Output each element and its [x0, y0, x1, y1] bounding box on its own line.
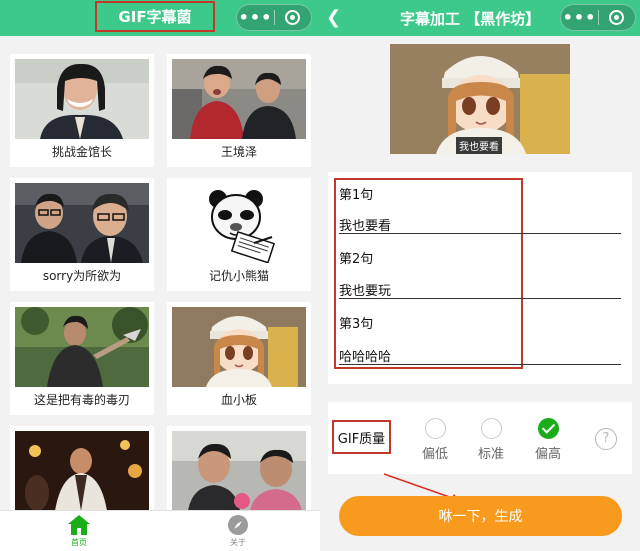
target-circle-icon[interactable] — [275, 10, 311, 25]
target-circle-icon[interactable] — [599, 10, 635, 25]
page-title: 字幕加工 【黑作坊】 — [400, 10, 541, 28]
quality-option-high[interactable]: 偏高 — [528, 418, 568, 462]
right-nav-bar: ❮ 字幕加工 【黑作坊】 ••• — [320, 0, 640, 36]
line-input[interactable]: 哈哈哈哈 — [339, 346, 391, 365]
tab-home[interactable]: 首页 — [49, 514, 109, 548]
line-input[interactable]: 我也要玩 — [339, 280, 391, 299]
template-label: 这是把有毒的毒刃 — [33, 393, 130, 407]
template-card[interactable]: 血小板 — [167, 302, 311, 415]
template-card[interactable]: 王境泽 — [167, 54, 311, 167]
radio-icon — [424, 418, 446, 439]
template-label: 挑战金馆长 — [51, 145, 112, 159]
quality-option-standard[interactable]: 标准 — [471, 418, 511, 462]
subtitle-lines-card: 第1句 我也要看 第2句 我也要玩 第3句 哈哈哈哈 — [328, 172, 632, 384]
more-dots-icon[interactable]: ••• — [561, 9, 598, 25]
template-label: 记仇小熊猫 — [208, 269, 269, 283]
radio-icon — [480, 418, 502, 439]
tab-about-label: 关于 — [230, 538, 246, 547]
home-icon — [68, 515, 90, 535]
template-thumbnail — [172, 431, 306, 511]
preview-subtitle: 我也要看 — [456, 137, 502, 154]
template-card[interactable] — [10, 426, 154, 516]
compass-icon — [228, 515, 248, 535]
left-nav-bar: GIF字幕菌 ••• — [0, 0, 320, 36]
template-label: 血小板 — [220, 393, 257, 407]
template-thumbnail — [15, 307, 149, 387]
tab-home-label: 首页 — [71, 538, 87, 547]
template-thumbnail — [172, 307, 306, 387]
quality-option-label: 标准 — [477, 447, 504, 462]
template-thumbnail — [172, 59, 306, 139]
template-card[interactable]: sorry为所欲为 — [10, 178, 154, 291]
left-screen: GIF字幕菌 ••• 挑战金馆长 王境泽 sorry为所欲为 记仇小熊猫 这是把… — [0, 0, 320, 551]
template-thumbnail — [172, 183, 306, 263]
bottom-tab-bar: 首页 关于 — [0, 510, 320, 551]
template-label: 王境泽 — [220, 145, 257, 159]
line-label: 第3句 — [339, 317, 374, 332]
input-underline — [339, 233, 621, 234]
line-input[interactable]: 我也要看 — [339, 215, 391, 234]
quality-option-label: 偏高 — [534, 447, 561, 462]
lines-highlight-box — [334, 178, 523, 369]
right-screen: ❮ 字幕加工 【黑作坊】 ••• 我也要看 第1句 我也要看 第2句 我也要玩 … — [320, 0, 640, 551]
input-underline — [339, 364, 621, 365]
quality-option-low[interactable]: 偏低 — [415, 418, 455, 462]
template-card[interactable]: 这是把有毒的毒刃 — [10, 302, 154, 415]
check-circle-icon — [537, 418, 559, 439]
template-card[interactable]: 挑战金馆长 — [10, 54, 154, 167]
template-thumbnail — [15, 59, 149, 139]
mini-program-capsule: ••• — [236, 4, 312, 31]
template-thumbnail — [15, 431, 149, 511]
quality-option-label: 偏低 — [421, 447, 448, 462]
generate-button[interactable]: 咻一下，生成 — [339, 496, 622, 536]
more-dots-icon[interactable]: ••• — [237, 9, 274, 25]
tab-about[interactable]: 关于 — [208, 514, 268, 548]
line-label: 第2句 — [339, 252, 374, 267]
help-icon[interactable]: ? — [595, 428, 617, 450]
app-title: GIF字幕菌 — [95, 1, 215, 32]
line-label: 第1句 — [339, 188, 374, 203]
template-thumbnail — [15, 183, 149, 263]
mini-program-capsule: ••• — [560, 4, 636, 31]
template-label: sorry为所欲为 — [42, 269, 122, 283]
template-card[interactable] — [167, 426, 311, 516]
chevron-left-icon[interactable]: ❮ — [326, 7, 341, 28]
input-underline — [339, 298, 621, 299]
template-card[interactable]: 记仇小熊猫 — [167, 178, 311, 291]
quality-label: GIF质量 — [332, 420, 391, 454]
quality-card: GIF质量 偏低 标准 偏高 ? — [328, 402, 632, 474]
